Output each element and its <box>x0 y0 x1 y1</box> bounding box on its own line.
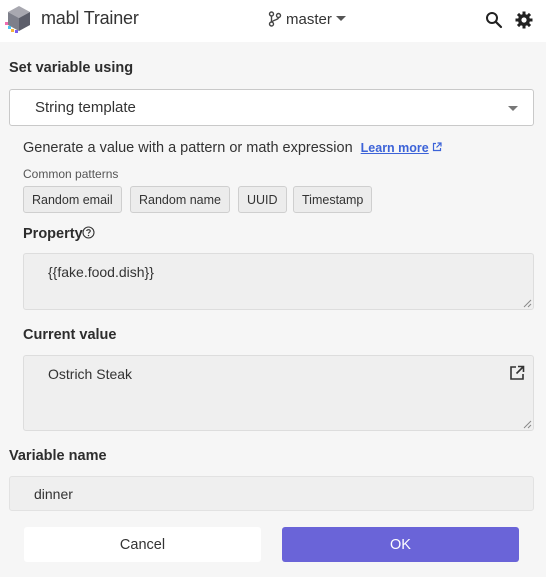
current-value-label: Current value <box>23 327 117 343</box>
pattern-chip-random-name[interactable]: Random name <box>130 186 230 213</box>
gear-icon[interactable] <box>515 11 533 29</box>
app-title: mabl Trainer <box>41 8 139 28</box>
help-icon[interactable] <box>82 226 95 239</box>
mabl-logo-icon <box>5 4 33 34</box>
pattern-chip-random-email[interactable]: Random email <box>23 186 122 213</box>
pattern-chip-timestamp[interactable]: Timestamp <box>293 186 373 213</box>
open-external-icon[interactable] <box>509 365 525 381</box>
current-value: Ostrich Steak <box>48 366 133 382</box>
method-select-value: String template <box>35 99 136 116</box>
trainer-panel: mabl Trainer master Set variable using S… <box>0 0 546 577</box>
variable-name-label: Variable name <box>9 448 107 464</box>
property-textarea[interactable]: {{fake.food.dish}} <box>23 253 534 310</box>
branch-selector[interactable]: master <box>268 9 346 29</box>
learn-more-label: Learn more <box>360 141 429 155</box>
template-description: Generate a value with a pattern or math … <box>23 140 442 156</box>
top-bar: mabl Trainer master <box>0 0 546 42</box>
description-text: Generate a value with a pattern or math … <box>23 140 353 156</box>
variable-name-value: dinner <box>34 486 73 502</box>
ok-button[interactable]: OK <box>282 527 519 562</box>
external-link-icon <box>432 141 442 155</box>
chevron-down-icon <box>508 106 518 111</box>
branch-name: master <box>286 10 332 28</box>
resize-handle-icon[interactable] <box>523 299 532 308</box>
search-icon[interactable] <box>485 11 503 29</box>
method-select[interactable]: String template <box>9 89 534 126</box>
common-patterns-label: Common patterns <box>23 167 119 181</box>
pattern-chip-uuid[interactable]: UUID <box>238 186 287 213</box>
learn-more-link[interactable]: Learn more <box>361 141 442 155</box>
resize-handle-icon[interactable] <box>523 420 532 429</box>
branch-icon <box>268 11 282 27</box>
property-label: Property <box>23 226 83 242</box>
property-value: {{fake.food.dish}} <box>48 264 154 280</box>
cancel-button[interactable]: Cancel <box>24 527 261 562</box>
variable-name-input[interactable]: dinner <box>9 476 534 511</box>
chevron-down-icon <box>335 16 346 22</box>
current-value-textarea: Ostrich Steak <box>23 355 534 431</box>
set-variable-label: Set variable using <box>9 60 134 76</box>
